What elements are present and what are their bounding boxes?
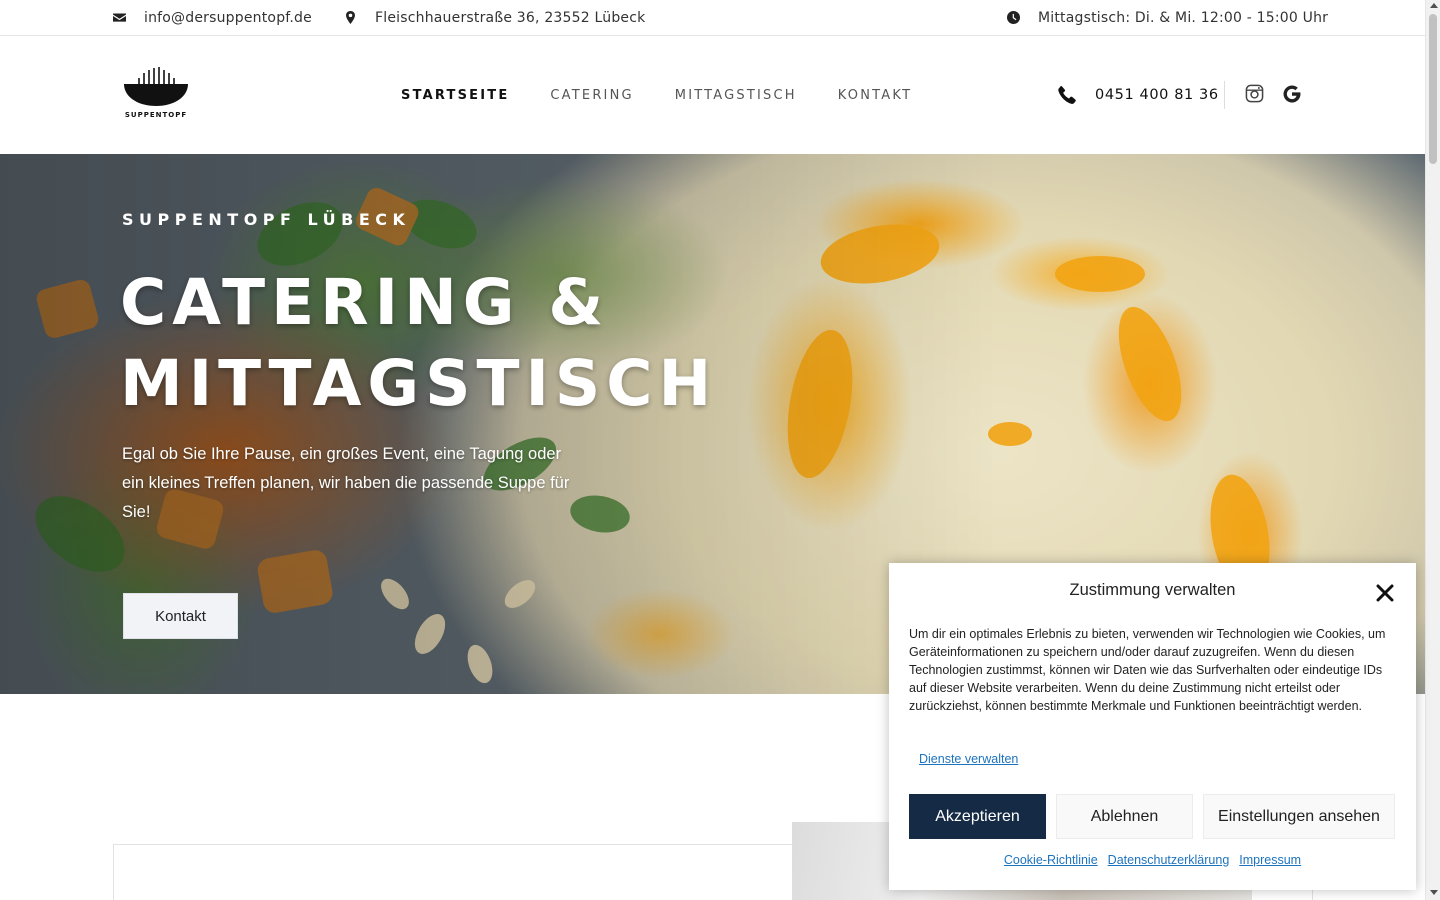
- scroll-down-arrow-icon[interactable]: [1430, 890, 1438, 895]
- cookie-dialog-title: Zustimmung verwalten: [1069, 581, 1236, 599]
- manage-services-link[interactable]: Dienste verwalten: [919, 752, 1018, 766]
- view-preferences-button[interactable]: Einstellungen ansehen: [1203, 794, 1395, 839]
- header-phone-number[interactable]: 0451 400 81 36: [1095, 87, 1219, 103]
- map-pin-icon: [346, 11, 355, 24]
- hero-title-line-2: MITTAGSTISCH: [120, 347, 718, 420]
- hero-eyebrow: SUPPENTOPF LÜBECK: [122, 210, 411, 229]
- imprint-link[interactable]: Impressum: [1239, 853, 1301, 867]
- instagram-icon[interactable]: [1245, 84, 1264, 103]
- hero-title: CATERING & MITTAGSTISCH: [120, 262, 717, 424]
- site-header: SUPPENTOPF STARTSEITE CATERING MITTAGSTI…: [0, 36, 1425, 154]
- top-info-bar: info@dersuppentopf.de Fleischhauerstraße…: [0, 0, 1425, 36]
- topbar-hours-text: Mittagstisch: Di. & Mi. 12:00 - 15:00 Uh…: [1038, 9, 1329, 26]
- header-phone[interactable]: 0451 400 81 36: [1058, 36, 1219, 154]
- scrollbar-thumb[interactable]: [1429, 14, 1437, 164]
- page-scrollbar[interactable]: [1425, 0, 1440, 900]
- cookie-consent-dialog: Zustimmung verwalten Um dir ein optimale…: [889, 563, 1416, 890]
- topbar-address-text: Fleischhauerstraße 36, 23552 Lübeck: [375, 9, 646, 26]
- cookie-policy-link[interactable]: Cookie-Richtlinie: [1004, 853, 1098, 867]
- logo[interactable]: SUPPENTOPF: [120, 64, 192, 124]
- hero-description: Egal ob Sie Ihre Pause, ein großes Event…: [122, 445, 570, 521]
- clock-icon: [1007, 11, 1020, 24]
- header-divider: [1224, 81, 1225, 109]
- accept-button[interactable]: Akzeptieren: [909, 794, 1046, 839]
- topbar-address: Fleischhauerstraße 36, 23552 Lübeck: [344, 0, 645, 35]
- cookie-dialog-text: Um dir ein optimales Erlebnis zu bieten,…: [909, 627, 1386, 713]
- google-icon[interactable]: [1282, 84, 1302, 104]
- phone-icon: [1058, 86, 1076, 104]
- topbar-email[interactable]: info@dersuppentopf.de: [113, 0, 312, 35]
- deny-button[interactable]: Ablehnen: [1056, 794, 1193, 839]
- topbar-hours: Mittagstisch: Di. & Mi. 12:00 - 15:00 Uh…: [1007, 0, 1328, 35]
- main-nav: STARTSEITE CATERING MITTAGSTISCH KONTAKT: [401, 36, 953, 154]
- nav-mittagstisch[interactable]: MITTAGSTISCH: [675, 88, 797, 103]
- hero-contact-button[interactable]: Kontakt: [123, 593, 238, 639]
- nav-startseite[interactable]: STARTSEITE: [401, 88, 509, 103]
- soup-bowl-logo-icon: [124, 67, 188, 106]
- topbar-email-text[interactable]: info@dersuppentopf.de: [144, 10, 312, 26]
- privacy-policy-link[interactable]: Datenschutzerklärung: [1108, 853, 1230, 867]
- hero-title-line-1: CATERING &: [120, 266, 610, 339]
- nav-catering[interactable]: CATERING: [550, 88, 633, 103]
- scroll-up-arrow-icon[interactable]: [1430, 3, 1438, 8]
- logo-text: SUPPENTOPF: [124, 111, 188, 119]
- nav-kontakt[interactable]: KONTAKT: [838, 88, 912, 103]
- cookie-dialog-links: Cookie-Richtlinie Datenschutzerklärung I…: [889, 853, 1416, 867]
- close-icon[interactable]: [1375, 583, 1395, 603]
- envelope-icon: [113, 13, 126, 22]
